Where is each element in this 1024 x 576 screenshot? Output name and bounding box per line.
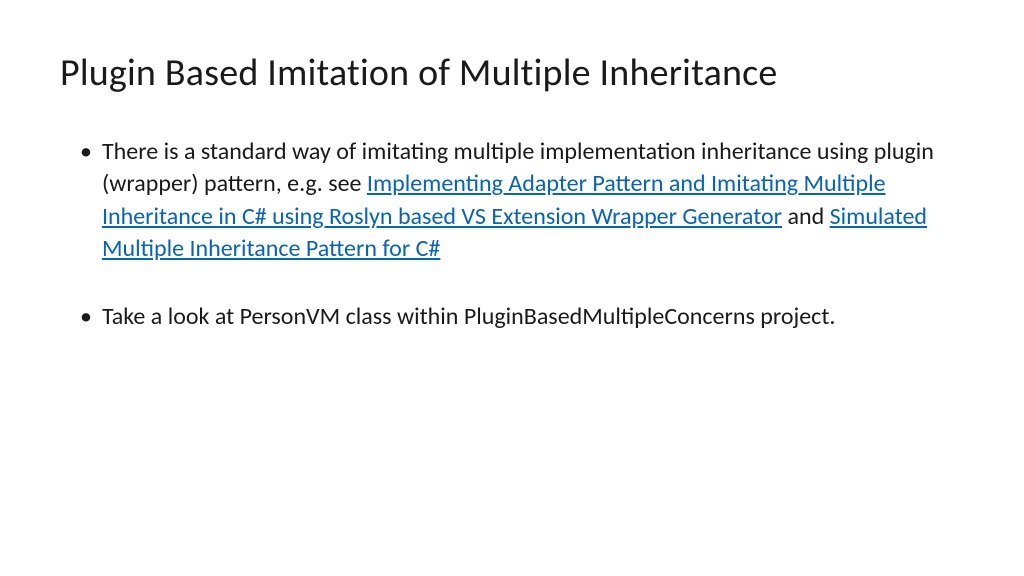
slide-content: • There is a standard way of imitating m…: [60, 136, 964, 333]
bullet-text: Take a look at PersonVM class within Plu…: [102, 301, 964, 333]
slide-title: Plugin Based Imitation of Multiple Inher…: [60, 50, 964, 96]
text-segment: Take a look at PersonVM class within Plu…: [102, 302, 835, 331]
list-item: • Take a look at PersonVM class within P…: [80, 301, 964, 333]
bullet-marker: •: [80, 301, 92, 333]
list-item: • There is a standard way of imitating m…: [80, 136, 964, 266]
bullet-marker: •: [80, 136, 92, 266]
bullet-text: There is a standard way of imitating mul…: [102, 136, 964, 266]
text-segment: and: [782, 202, 830, 231]
